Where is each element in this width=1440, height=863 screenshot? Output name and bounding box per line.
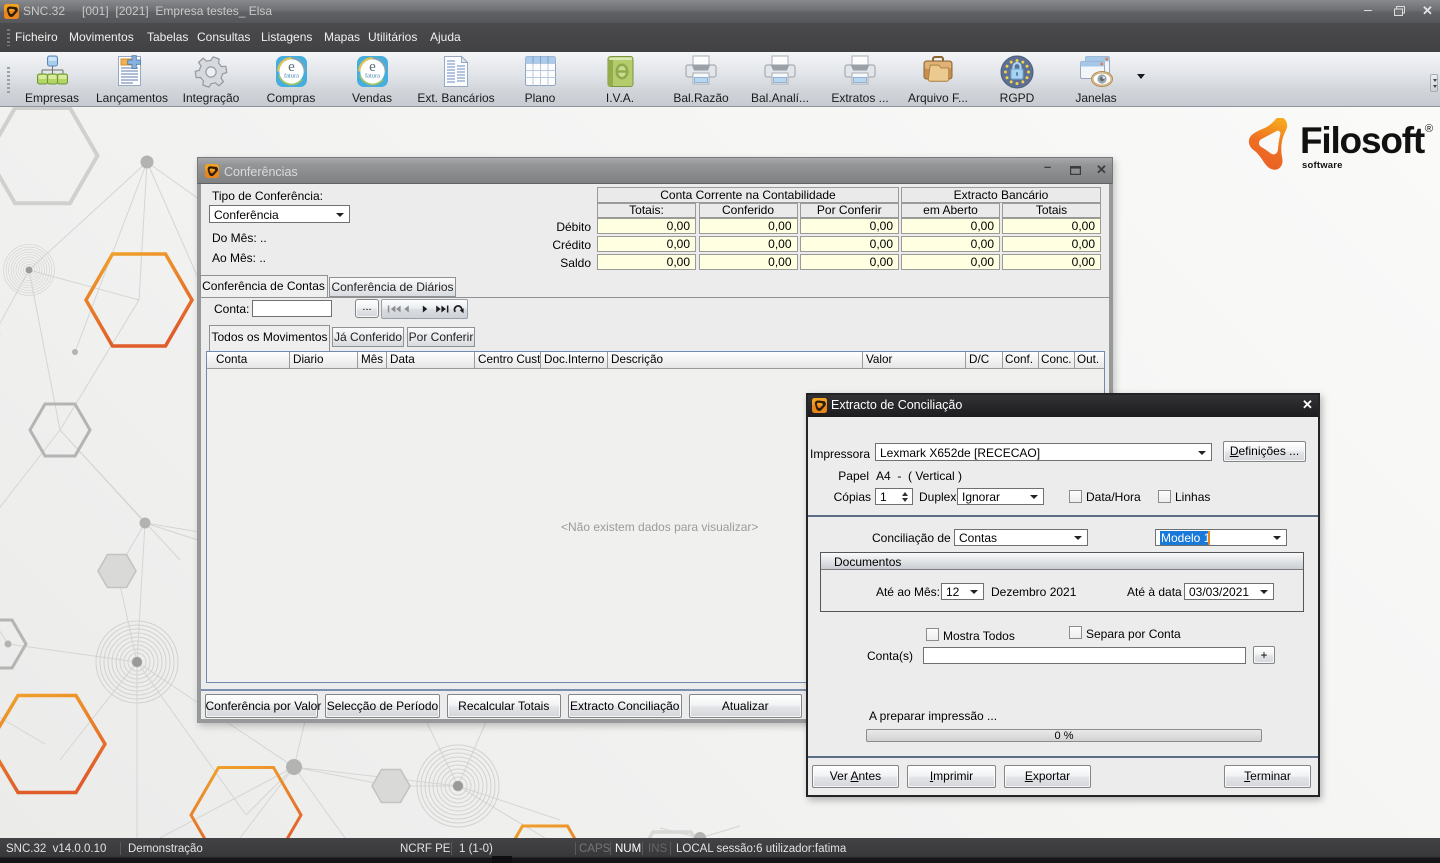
svg-text:fatura: fatura	[365, 73, 380, 80]
svg-text:fatura: fatura	[284, 73, 299, 80]
